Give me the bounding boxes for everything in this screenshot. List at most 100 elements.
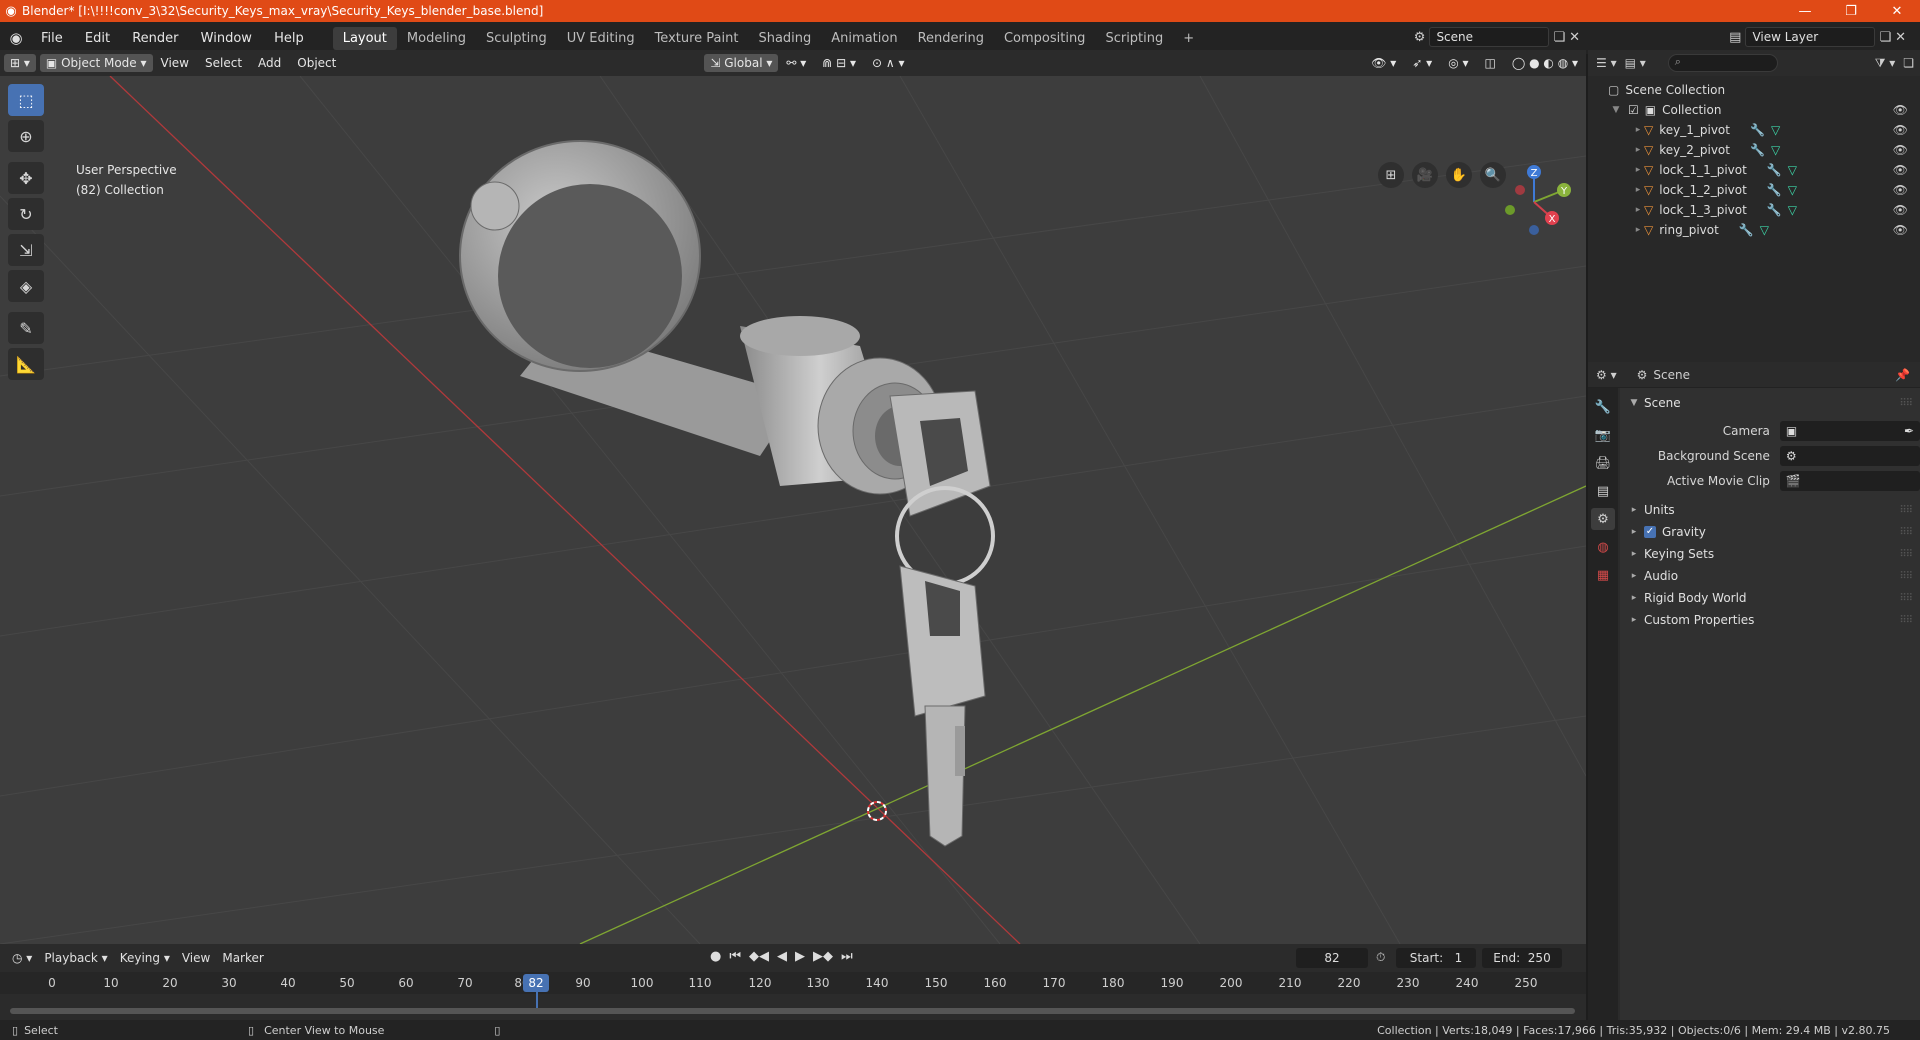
visibility-eye-icon[interactable]: 👁 (1893, 203, 1908, 217)
rotate-tool-icon[interactable]: ↻ (8, 198, 44, 230)
modifier-wrench-icon[interactable]: 🔧 (1739, 223, 1754, 237)
active-movie-clip-field[interactable]: 🎬 (1779, 470, 1920, 491)
new-collection-icon[interactable]: ❏ (1903, 56, 1914, 70)
modifier-wrench-icon[interactable]: 🔧 (1767, 163, 1782, 177)
eyedropper-icon[interactable]: ✒ (1904, 424, 1914, 438)
editor-type-button[interactable]: ⊞ ▾ (4, 54, 36, 72)
pan-hand-icon[interactable]: ✋ (1446, 162, 1472, 188)
drag-handle-icon[interactable]: ⠿⠿ (1899, 615, 1913, 626)
tab-shading[interactable]: Shading (748, 27, 821, 50)
add-workspace-button[interactable]: + (1173, 27, 1204, 50)
mode-dropdown[interactable]: ▣ Object Mode ▾ (39, 54, 153, 72)
jump-end-icon[interactable]: ⏭ (841, 949, 853, 964)
gizmo-toggle-icon[interactable]: ➶ ▾ (1404, 56, 1440, 70)
tab-sculpting[interactable]: Sculpting (476, 27, 557, 50)
expand-arrow-icon[interactable]: ▸ (1632, 145, 1644, 155)
visibility-eye-icon[interactable]: 👁 (1893, 223, 1908, 237)
tab-animation[interactable]: Animation (821, 27, 907, 50)
menu-file[interactable]: File (32, 31, 72, 46)
menu-render[interactable]: Render (123, 31, 187, 46)
play-reverse-icon[interactable]: ◀ (777, 949, 787, 964)
select-box-icon[interactable]: ⬚ (8, 84, 44, 116)
toggle-camera-grid-icon[interactable]: ⊞ (1378, 162, 1404, 188)
stopwatch-icon[interactable]: ⏱ (1376, 950, 1385, 965)
timeline-menu-marker[interactable]: Marker (216, 951, 269, 965)
drag-handle-icon[interactable]: ⠿⠿ (1899, 398, 1913, 409)
camera-field[interactable]: ▣ ✒ (1779, 420, 1920, 441)
keying-sets-section[interactable]: ▸ Keying Sets ⠿⠿ (1620, 543, 1920, 565)
frame-ruler[interactable]: 0 10 20 30 40 50 60 70 80 90 100 110 120… (0, 972, 1586, 994)
expand-arrow-icon[interactable]: ▼ (1610, 105, 1622, 115)
overlay-toggle-icon[interactable]: ◎ ▾ (1440, 56, 1476, 70)
proportional-edit-icon[interactable]: ⊙ ∧ ▾ (864, 56, 913, 70)
display-mode-icon[interactable]: ▤ ▾ (1625, 56, 1646, 70)
menu-window[interactable]: Window (192, 31, 261, 46)
tab-scripting[interactable]: Scripting (1095, 27, 1173, 50)
outliner-row-lock-1-2-pivot[interactable]: ▸ ▽ lock_1_2_pivot 🔧 ▽ 👁 (1588, 180, 1920, 200)
gravity-checkbox[interactable]: ✓ (1644, 526, 1656, 538)
tab-compositing[interactable]: Compositing (994, 27, 1096, 50)
drag-handle-icon[interactable]: ⠿⠿ (1899, 571, 1913, 582)
remove-scene-icon[interactable]: ✕ (1569, 30, 1580, 45)
visibility-eye-icon[interactable]: 👁 (1893, 183, 1908, 197)
drag-handle-icon[interactable]: ⠿⠿ (1899, 593, 1913, 604)
drag-handle-icon[interactable]: ⠿⠿ (1899, 527, 1913, 538)
xray-toggle-icon[interactable]: ◫ (1477, 56, 1504, 70)
viewport-menu-add[interactable]: Add (250, 56, 289, 70)
outliner-row-collection[interactable]: ▼ ☑ ▣ Collection 👁 (1588, 100, 1920, 120)
expand-arrow-icon[interactable]: ▸ (1632, 125, 1644, 135)
new-scene-icon[interactable]: ❏ (1553, 30, 1565, 45)
rigid-body-world-section[interactable]: ▸ Rigid Body World ⠿⠿ (1620, 587, 1920, 609)
start-frame-field[interactable]: Start: 1 (1396, 948, 1476, 968)
world-tab-icon[interactable]: ◍ (1591, 536, 1615, 558)
units-section[interactable]: ▸ Units ⠿⠿ (1620, 499, 1920, 521)
prev-keyframe-icon[interactable]: ◆◀ (749, 949, 769, 964)
transform-orientation-dropdown[interactable]: ⇲ Global ▾ (704, 54, 779, 72)
tab-uv-editing[interactable]: UV Editing (557, 27, 645, 50)
expand-arrow-icon[interactable]: ▸ (1632, 165, 1644, 175)
scale-tool-icon[interactable]: ⇲ (8, 234, 44, 266)
viewport-menu-object[interactable]: Object (289, 56, 344, 70)
gizmo-neg-y-icon[interactable] (1505, 205, 1515, 215)
modifier-wrench-icon[interactable]: 🔧 (1767, 183, 1782, 197)
outliner-row-scene-collection[interactable]: ▢ Scene Collection (1588, 80, 1920, 100)
gizmo-neg-x-icon[interactable] (1515, 185, 1525, 195)
scene-name-field[interactable]: Scene (1429, 27, 1550, 47)
maximize-button[interactable]: ❐ (1828, 4, 1874, 19)
filter-icon[interactable]: ⧩ ▾ (1875, 56, 1896, 71)
audio-section[interactable]: ▸ Audio ⠿⠿ (1620, 565, 1920, 587)
modifier-wrench-icon[interactable]: 🔧 (1750, 123, 1765, 137)
visibility-eye-icon[interactable]: 👁 (1893, 123, 1908, 137)
mesh-data-icon[interactable]: ▽ (1788, 203, 1797, 217)
gravity-section[interactable]: ▸ ✓ Gravity ⠿⠿ (1620, 521, 1920, 543)
mesh-data-icon[interactable]: ▽ (1760, 223, 1769, 237)
remove-view-layer-icon[interactable]: ✕ (1895, 30, 1906, 45)
next-keyframe-icon[interactable]: ▶◆ (813, 949, 833, 964)
background-scene-field[interactable]: ⚙ (1779, 445, 1920, 466)
playhead-frame-indicator[interactable]: 82 (523, 974, 549, 992)
modifier-wrench-icon[interactable]: 🔧 (1750, 143, 1765, 157)
timeline-menu-view[interactable]: View (176, 951, 216, 965)
end-frame-field[interactable]: End: 250 (1482, 948, 1562, 968)
outliner-row-ring-pivot[interactable]: ▸ ▽ ring_pivot 🔧 ▽ 👁 (1588, 220, 1920, 240)
new-view-layer-icon[interactable]: ❏ (1879, 30, 1891, 45)
visibility-eye-icon[interactable]: 👁 (1893, 143, 1908, 157)
outliner-row-lock-1-3-pivot[interactable]: ▸ ▽ lock_1_3_pivot 🔧 ▽ 👁 (1588, 200, 1920, 220)
timeline-menu-keying[interactable]: Keying ▾ (114, 951, 176, 965)
menu-edit[interactable]: Edit (76, 31, 119, 46)
snap-icon[interactable]: ⋒ ⊟ ▾ (814, 56, 864, 70)
visibility-icon[interactable]: 👁 ▾ (1363, 56, 1404, 70)
viewport-menu-select[interactable]: Select (197, 56, 250, 70)
timeline-scrollbar[interactable] (10, 1008, 1575, 1014)
render-tab-icon[interactable]: 📷 (1591, 424, 1615, 446)
mesh-data-icon[interactable]: ▽ (1788, 183, 1797, 197)
3d-viewport[interactable]: User Perspective (82) Collection ⊞ 🎥 ✋ 🔍… (0, 76, 1586, 944)
navigation-gizmo[interactable]: Z Y X (1494, 160, 1574, 240)
camera-view-icon[interactable]: 🎥 (1412, 162, 1438, 188)
view-layer-icon[interactable]: ▤ (1729, 30, 1741, 45)
viewport-menu-view[interactable]: View (153, 56, 197, 70)
texture-tab-icon[interactable]: ▦ (1591, 564, 1615, 586)
outliner-search-input[interactable]: ⌕ (1667, 54, 1778, 72)
minimize-button[interactable]: — (1782, 4, 1828, 19)
jump-start-icon[interactable]: ⏮ (729, 949, 741, 964)
